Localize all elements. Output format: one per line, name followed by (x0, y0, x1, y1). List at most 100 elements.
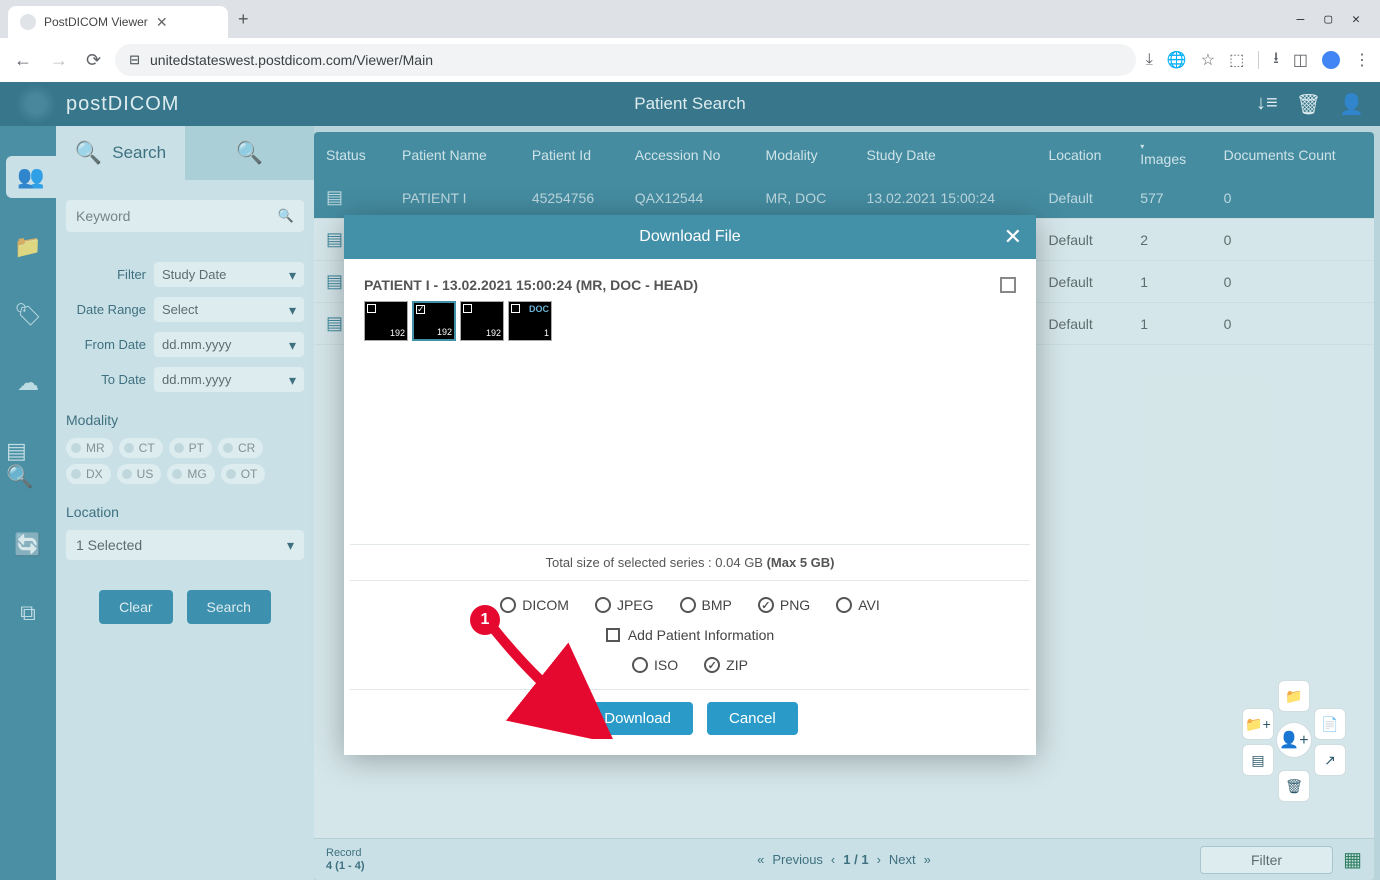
wheel-delete-icon[interactable]: 🗑 (1278, 770, 1310, 802)
export-excel-icon[interactable]: ▦ (1343, 847, 1362, 872)
column-header[interactable]: Location (1036, 132, 1128, 177)
extensions-icon[interactable]: ⬚ (1229, 50, 1244, 70)
minimize-icon[interactable]: — (1297, 12, 1305, 27)
wheel-document-icon[interactable]: 📄 (1314, 708, 1346, 740)
filter-button[interactable]: Filter (1200, 846, 1333, 874)
column-header[interactable]: Patient Id (520, 132, 623, 177)
modality-chip-ot[interactable]: OT (221, 464, 266, 484)
maximize-icon[interactable]: ▢ (1324, 12, 1332, 27)
location-section-label: Location (66, 504, 304, 520)
keyword-input[interactable] (66, 200, 304, 232)
series-thumb[interactable]: DOC1 (508, 301, 552, 341)
sort-settings-icon[interactable]: ↓≡ (1256, 92, 1278, 117)
close-icon[interactable]: ✕ (1352, 12, 1360, 27)
left-rail: 👥 📁 🏷 ☁ ▤🔍 🔄 ⧉ (0, 126, 56, 880)
location-select[interactable]: 1 Selected (66, 530, 304, 560)
user-icon[interactable]: 👤 (1339, 92, 1364, 117)
format-option-dicom[interactable]: DICOM (500, 597, 569, 613)
site-info-icon[interactable]: ⊟ (129, 52, 140, 68)
prev-page-button[interactable]: Previous (772, 852, 823, 867)
rail-tags-icon[interactable]: 🏷 (8, 296, 48, 334)
package-option-zip[interactable]: ZIP (704, 657, 748, 673)
page-title: Patient Search (634, 94, 746, 114)
advanced-search-tab[interactable]: 🔍 (185, 126, 314, 180)
search-tab[interactable]: 🔍 Search (56, 126, 185, 180)
daterange-select[interactable]: Select (154, 297, 304, 322)
reload-icon[interactable]: ⟳ (82, 46, 105, 75)
profile-avatar-icon[interactable] (1322, 51, 1340, 69)
wheel-report-icon[interactable]: ▤ (1242, 744, 1274, 776)
window-controls: — ▢ ✕ (1297, 12, 1372, 27)
downloads-icon[interactable]: ⭳ (1273, 47, 1279, 74)
column-header[interactable]: Patient Name (390, 132, 520, 177)
wheel-folder-icon[interactable]: 📁 (1278, 680, 1310, 712)
star-icon[interactable]: ☆ (1201, 50, 1215, 70)
study-title: PATIENT I - 13.02.2021 15:00:24 (MR, DOC… (364, 277, 698, 293)
translate-icon[interactable]: 🌐 (1167, 50, 1187, 70)
url-input[interactable]: ⊟ unitedstateswest.postdicom.com/Viewer/… (115, 44, 1136, 76)
modality-chip-mg[interactable]: MG (167, 464, 214, 484)
modal-close-icon[interactable]: ✕ (1004, 224, 1022, 250)
modality-section-label: Modality (66, 412, 304, 428)
brand-text: postDICOM (66, 93, 179, 116)
next-chevron-icon[interactable]: › (877, 852, 881, 867)
modality-chip-cr[interactable]: CR (218, 438, 263, 458)
modality-chip-pt[interactable]: PT (169, 438, 212, 458)
sidepanel-icon[interactable]: ◫ (1293, 50, 1308, 70)
series-thumb[interactable]: 192 (412, 301, 456, 341)
wheel-share-icon[interactable]: ↗ (1314, 744, 1346, 776)
package-options: ISO ZIP (364, 657, 1016, 673)
format-option-jpeg[interactable]: JPEG (595, 597, 654, 613)
rail-screens-icon[interactable]: ⧉ (14, 594, 42, 632)
format-option-avi[interactable]: AVI (836, 597, 880, 613)
forward-icon[interactable]: → (46, 46, 72, 75)
package-option-iso[interactable]: ISO (632, 657, 678, 673)
modality-chip-dx[interactable]: DX (66, 464, 111, 484)
modality-chip-us[interactable]: US (117, 464, 162, 484)
first-page-icon[interactable]: « (757, 852, 764, 867)
url-text: unitedstateswest.postdicom.com/Viewer/Ma… (150, 52, 433, 68)
filter-select[interactable]: Study Date (154, 262, 304, 287)
cancel-button[interactable]: Cancel (707, 702, 798, 735)
column-header[interactable]: Study Date (855, 132, 1037, 177)
table-row[interactable]: ▤PATIENT I45254756QAX12544MR, DOC13.02.2… (314, 177, 1374, 219)
add-patient-info-checkbox[interactable] (606, 628, 620, 642)
download-button[interactable]: Download (582, 702, 693, 735)
format-option-bmp[interactable]: BMP (680, 597, 732, 613)
rail-worklist-icon[interactable]: ▤🔍 (0, 432, 56, 496)
tab-close-icon[interactable]: ✕ (156, 14, 168, 31)
series-thumb[interactable]: 192 (364, 301, 408, 341)
rail-upload-icon[interactable]: ☁ (11, 364, 45, 402)
format-option-png[interactable]: PNG (758, 597, 810, 613)
wheel-add-folder-icon[interactable]: 📁+ (1242, 708, 1274, 740)
rail-folder-icon[interactable]: 📁 (8, 228, 47, 266)
series-thumbnails: 192192192DOC1 (364, 301, 1016, 341)
menu-icon[interactable]: ⋮ (1354, 50, 1370, 70)
rail-patients-icon[interactable]: 👥 (6, 156, 56, 198)
clear-button[interactable]: Clear (99, 590, 172, 624)
logo-icon (16, 84, 56, 124)
column-header[interactable]: Accession No (623, 132, 754, 177)
study-select-all-checkbox[interactable] (1000, 277, 1016, 293)
pagination: « Previous ‹ 1 / 1 › Next » (757, 852, 931, 867)
column-header[interactable]: Status (314, 132, 390, 177)
download-indicator-icon[interactable]: ⤓ (1146, 51, 1153, 69)
modality-chip-ct[interactable]: CT (119, 438, 163, 458)
column-header[interactable]: Modality (754, 132, 855, 177)
browser-tab[interactable]: PostDICOM Viewer ✕ (8, 6, 228, 38)
trash-icon[interactable]: 🗑 (1296, 92, 1321, 117)
column-header[interactable]: ▾Images (1128, 132, 1211, 177)
rail-sync-icon[interactable]: 🔄 (8, 526, 47, 564)
wheel-center-icon[interactable]: 👤+ (1276, 722, 1312, 758)
new-tab-button[interactable]: + (228, 9, 259, 30)
prev-chevron-icon[interactable]: ‹ (831, 852, 835, 867)
todate-input[interactable]: dd.mm.yyyy (154, 367, 304, 392)
last-page-icon[interactable]: » (924, 852, 931, 867)
fromdate-input[interactable]: dd.mm.yyyy (154, 332, 304, 357)
modality-chip-mr[interactable]: MR (66, 438, 113, 458)
back-icon[interactable]: ← (10, 46, 36, 75)
next-page-button[interactable]: Next (889, 852, 916, 867)
search-button[interactable]: Search (187, 590, 271, 624)
series-thumb[interactable]: 192 (460, 301, 504, 341)
column-header[interactable]: Documents Count (1212, 132, 1374, 177)
